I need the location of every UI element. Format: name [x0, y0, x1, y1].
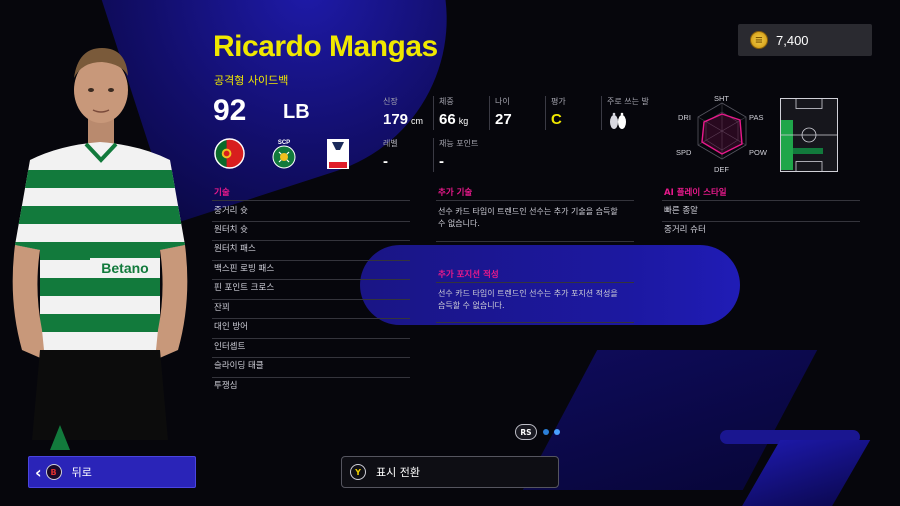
divider — [436, 200, 634, 201]
stat-divider — [433, 96, 434, 130]
ai-styles-title: AI 플레이 스타일 — [664, 188, 727, 198]
bg-shape-middle — [360, 245, 740, 325]
feet-icon — [610, 112, 626, 129]
divider — [212, 200, 410, 201]
stat-level: 레벨 - — [383, 139, 398, 170]
skill-item: 핀 포인트 크로스 — [214, 283, 275, 293]
divider — [436, 282, 634, 283]
radar-hexagon — [697, 102, 747, 160]
svg-text:SCP: SCP — [278, 140, 290, 146]
player-subtitle: 공격형 사이드백 — [214, 74, 289, 87]
coin-value: 7,400 — [776, 32, 809, 48]
stat-divider — [601, 96, 602, 130]
position-pitch-map — [780, 98, 838, 172]
divider — [436, 241, 634, 242]
liga-portugal-logo-icon — [327, 139, 349, 169]
attribute-radar: SHT PAS DRI POW SPD DEF — [676, 94, 767, 174]
stat-divider — [433, 138, 434, 172]
skill-item: 원터치 패스 — [214, 244, 256, 254]
display-toggle-label: 표시 전환 — [376, 466, 420, 479]
skill-item: 백스핀 로빙 패스 — [214, 264, 275, 274]
ai-style-item: 빠른 종알 — [664, 206, 698, 216]
stat-divider — [489, 96, 490, 130]
stat-skill-points: 재능 포인트 - — [439, 139, 479, 170]
stat-preferred-foot: 주로 쓰는 발 — [607, 96, 649, 135]
stat-age: 나이 27 — [495, 97, 512, 128]
skill-item: 투쟁심 — [214, 381, 238, 391]
player-overall: 92 — [213, 94, 247, 127]
portugal-flag-icon — [214, 138, 245, 169]
back-button[interactable]: ‹ B 뒤로 — [28, 456, 196, 488]
display-toggle-button[interactable]: Y 표시 전환 — [341, 456, 559, 488]
player-portrait: Betano — [12, 48, 188, 450]
page-dot[interactable] — [543, 429, 549, 435]
svg-text:Betano: Betano — [101, 260, 148, 276]
skill-item: 대인 방어 — [214, 322, 248, 332]
additional-positions-title: 추가 포지션 적성 — [438, 270, 499, 280]
skill-item: 중거리 슛 — [214, 206, 248, 216]
stat-rating: 평가 C — [551, 97, 566, 128]
additional-positions-description: 선수 카드 타입이 트렌드인 선수는 추가 포지션 적성을 습득할 수 없습니다… — [438, 289, 618, 310]
ai-style-item: 중거리 슈터 — [664, 225, 706, 235]
player-name: Ricardo Mangas — [213, 30, 438, 63]
additional-skills-title: 추가 기술 — [438, 188, 473, 198]
rs-page-button[interactable]: RS — [515, 424, 537, 440]
back-button-label: 뒤로 — [71, 466, 92, 479]
skill-item: 원터치 슛 — [214, 225, 248, 235]
stat-divider — [545, 96, 546, 130]
skill-item: 슬라이딩 태클 — [214, 361, 264, 371]
page-dot-active[interactable] — [554, 429, 560, 435]
divider — [662, 200, 860, 201]
skills-title: 기술 — [214, 188, 230, 198]
chevron-left-icon: ‹ — [35, 462, 42, 482]
y-button-icon: Y — [350, 464, 366, 480]
additional-skills-description: 선수 카드 타입이 트렌드인 선수는 추가 기술을 습득할 수 없습니다. — [438, 207, 618, 228]
b-button-icon: B — [45, 464, 62, 480]
stat-height: 신장 179 cm — [383, 97, 424, 128]
coin-icon: ≡ — [750, 31, 768, 49]
stat-weight: 체중 66 kg — [439, 97, 469, 128]
divider — [436, 322, 634, 323]
divider — [212, 377, 410, 378]
currency-display: ≡ 7,400 — [738, 24, 872, 56]
skill-item: 잔꾀 — [214, 303, 230, 313]
divider — [212, 299, 410, 300]
skill-item: 인터셉트 — [214, 342, 246, 352]
player-position: LB — [283, 101, 310, 123]
sporting-cp-crest-icon: SCP — [272, 140, 296, 169]
